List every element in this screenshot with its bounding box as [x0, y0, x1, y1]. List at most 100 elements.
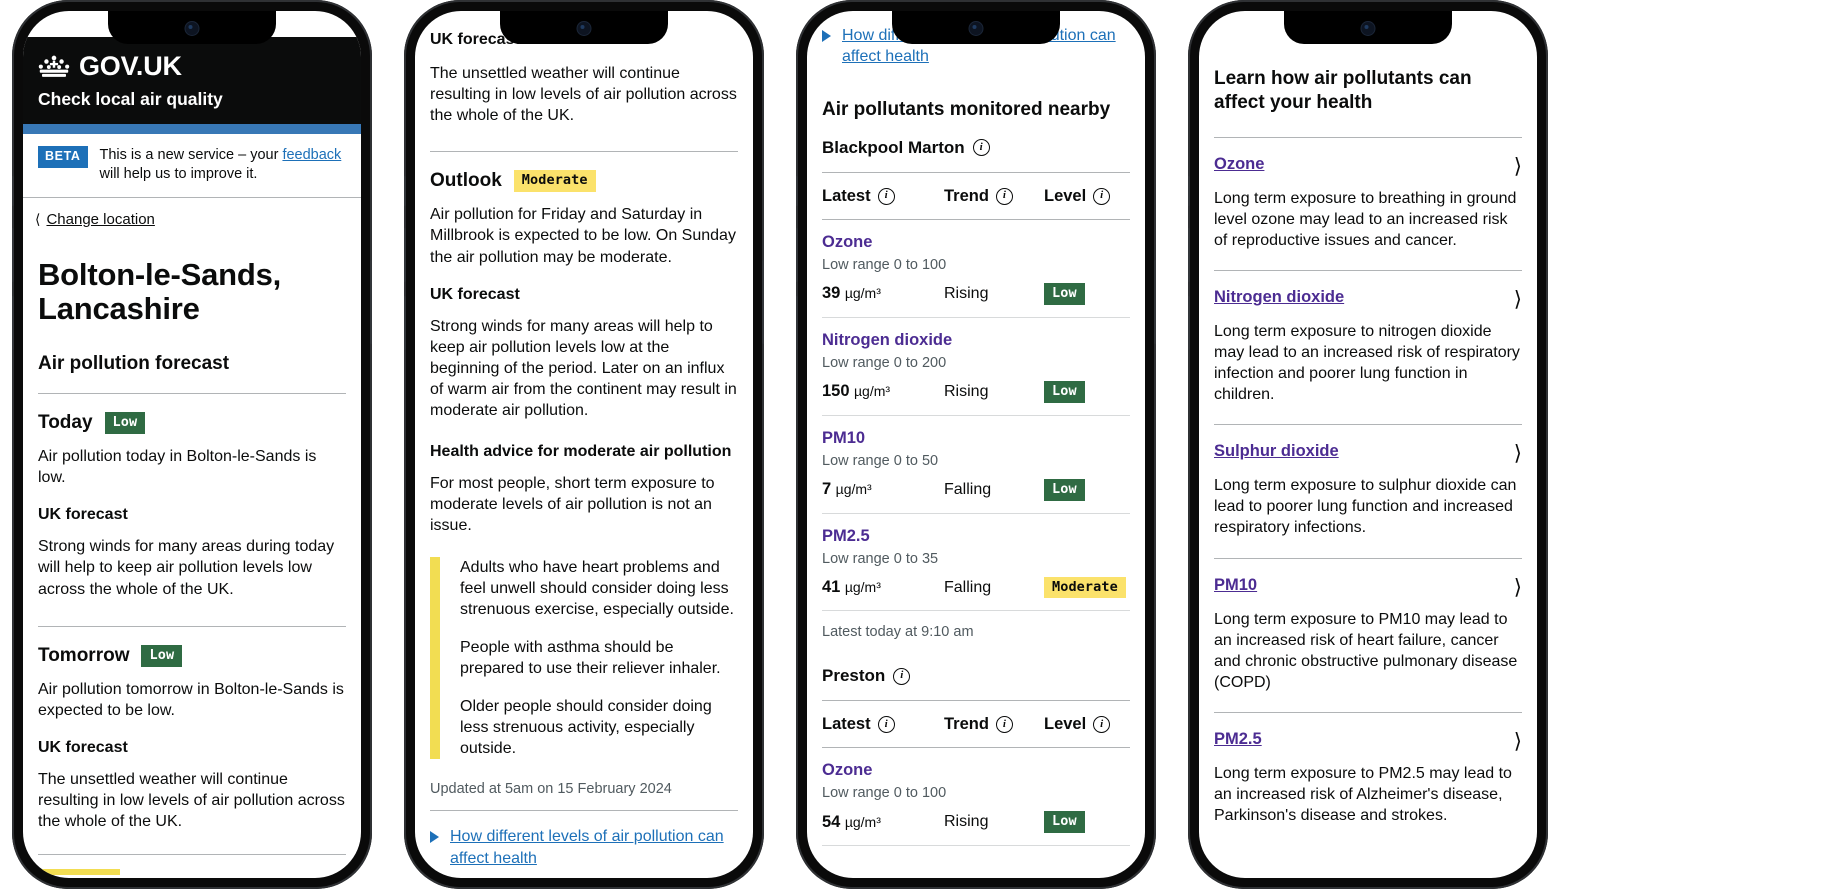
- value-number: 7: [822, 480, 832, 499]
- pollutant-name[interactable]: PM2.5: [822, 527, 1130, 546]
- tomorrow-label: Tomorrow: [38, 644, 130, 666]
- info-icon[interactable]: i: [972, 139, 990, 157]
- mute-switch[interactable]: [12, 176, 14, 206]
- power-button[interactable]: [1154, 260, 1156, 344]
- pollutant-info-item[interactable]: PM10 ⟩ Long term exposure to PM10 may le…: [1214, 559, 1522, 693]
- volume-down-button[interactable]: [12, 296, 14, 350]
- phone-4-page: Learn how air pollutants can affect your…: [1199, 67, 1537, 826]
- pollutant-link[interactable]: Ozone: [1214, 155, 1264, 174]
- advice-item: Older people should consider doing less …: [460, 698, 712, 758]
- mute-switch[interactable]: [1188, 176, 1190, 206]
- table-row[interactable]: Nitrogen dioxide Low range 0 to 200 150 …: [822, 318, 1130, 416]
- table-header-row: Latest i Trend i Level i: [822, 171, 1130, 220]
- pollutant-description: Long term exposure to PM10 may lead to a…: [1214, 610, 1518, 691]
- pollutant-info-item[interactable]: Sulphur dioxide ⟩ Long term exposure to …: [1214, 425, 1522, 538]
- latest-value: 41 µg/m³: [822, 578, 944, 597]
- pollutant-link[interactable]: Nitrogen dioxide: [1214, 288, 1344, 307]
- divider: [430, 810, 738, 812]
- pollutant-name[interactable]: Nitrogen dioxide: [822, 331, 1130, 350]
- volume-down-button[interactable]: [404, 296, 406, 350]
- info-icon[interactable]: i: [877, 716, 895, 734]
- phase-text-before: This is a new service – your: [99, 147, 283, 163]
- chevron-right-icon: ⟩: [1513, 153, 1522, 178]
- tomorrow-uk-forecast-text: The unsettled weather will continue resu…: [38, 770, 345, 831]
- pollutant-info-item[interactable]: Nitrogen dioxide ⟩ Long term exposure to…: [1214, 271, 1522, 405]
- level-tag: Low: [1044, 478, 1085, 501]
- column-label: Latest: [822, 186, 871, 205]
- phone-1-body: Bolton-le-Sands, Lancashire Air pollutio…: [23, 257, 361, 876]
- phone-2-bezel: UK forecast The unsettled weather will c…: [415, 11, 753, 878]
- monitored-heading: Air pollutants monitored nearby: [822, 99, 1111, 121]
- volume-up-button[interactable]: [1188, 228, 1190, 282]
- column-label: Level: [1044, 186, 1087, 205]
- volume-up-button[interactable]: [796, 228, 798, 282]
- value-unit: µg/m³: [844, 579, 881, 596]
- pollutant-name[interactable]: Ozone: [822, 233, 1130, 252]
- back-link-container[interactable]: ⟨ Change location: [23, 198, 361, 232]
- pollutant-name[interactable]: Ozone: [822, 761, 1130, 780]
- mute-switch[interactable]: [404, 176, 406, 206]
- column-label: Trend: [944, 186, 989, 205]
- pollutant-range: Low range 0 to 50: [822, 452, 939, 469]
- pollutant-name[interactable]: PM10: [822, 429, 1130, 448]
- phase-banner: BETA This is a new service – your feedba…: [23, 134, 361, 198]
- pollutant-info-item[interactable]: Ozone ⟩ Long term exposure to breathing …: [1214, 138, 1522, 251]
- pollutant-link[interactable]: PM2.5: [1214, 730, 1262, 749]
- pollutant-info-item[interactable]: PM2.5 ⟩ Long term exposure to PM2.5 may …: [1214, 713, 1522, 826]
- pollutant-link-row[interactable]: PM2.5 ⟩: [1214, 713, 1522, 752]
- volume-up-button[interactable]: [404, 228, 406, 282]
- today-level-tag: Low: [104, 412, 146, 435]
- phone-4-bezel: Learn how air pollutants can affect your…: [1199, 11, 1537, 878]
- divider: [430, 151, 738, 153]
- pollutant-link-row[interactable]: PM10 ⟩: [1214, 559, 1522, 598]
- air-pollution-health-link[interactable]: How different levels of air pollution ca…: [450, 826, 738, 868]
- phone-3: How different levels of air pollution ca…: [796, 0, 1156, 889]
- phone-1-screen: GOV.UK Check local air quality BETA This…: [23, 11, 361, 878]
- info-icon[interactable]: i: [995, 187, 1013, 205]
- volume-down-button[interactable]: [796, 296, 798, 350]
- health-advice-intro: For most people, short term exposure to …: [430, 475, 715, 535]
- change-location-link[interactable]: Change location: [46, 211, 154, 228]
- level-cell: Low: [1044, 478, 1130, 501]
- info-icon[interactable]: i: [877, 187, 895, 205]
- power-button[interactable]: [370, 260, 372, 344]
- tomorrow-uk-forecast-text: The unsettled weather will continue resu…: [430, 65, 737, 125]
- pollutant-description: Long term exposure to breathing in groun…: [1214, 189, 1517, 249]
- power-button[interactable]: [762, 260, 764, 344]
- divider: [38, 393, 346, 395]
- service-name: Check local air quality: [38, 89, 223, 109]
- value-number: 41: [822, 578, 841, 597]
- info-icon[interactable]: i: [1093, 187, 1111, 205]
- volume-down-button[interactable]: [1188, 296, 1190, 350]
- phone-4-front-camera: [1361, 22, 1375, 35]
- trend-value: Rising: [944, 813, 989, 831]
- feedback-link[interactable]: feedback: [282, 147, 341, 163]
- table-row[interactable]: Ozone Low range 0 to 100 39 µg/m³ Rising…: [822, 220, 1130, 318]
- info-icon[interactable]: i: [893, 667, 911, 685]
- trend-value: Rising: [944, 284, 989, 302]
- govuk-brand[interactable]: GOV.UK: [38, 53, 346, 80]
- phone-2-page: UK forecast The unsettled weather will c…: [415, 31, 753, 878]
- chevron-right-icon: ⟩: [1513, 441, 1522, 466]
- table-row[interactable]: PM2.5 Low range 0 to 35 41 µg/m³ Falling…: [822, 514, 1130, 612]
- detail-link-row[interactable]: How different levels of air pollution ca…: [430, 826, 738, 868]
- mute-switch[interactable]: [796, 176, 798, 206]
- blue-accent-bar: [23, 124, 361, 134]
- table-row[interactable]: PM10 Low range 0 to 50 7 µg/m³ Falling L…: [822, 416, 1130, 514]
- table-row[interactable]: Ozone Low range 0 to 100 54 µg/m³ Rising…: [822, 748, 1130, 847]
- pollutant-link[interactable]: Sulphur dioxide: [1214, 442, 1339, 461]
- phone-1-page: GOV.UK Check local air quality BETA This…: [23, 37, 361, 876]
- info-icon[interactable]: i: [1093, 716, 1111, 734]
- pollutant-link-row[interactable]: Ozone ⟩: [1214, 138, 1522, 177]
- info-icon[interactable]: i: [995, 716, 1013, 734]
- level-cell: Low: [1044, 380, 1130, 403]
- volume-up-button[interactable]: [12, 228, 14, 282]
- pollutant-description: Long term exposure to nitrogen dioxide m…: [1214, 322, 1520, 404]
- pollutant-link-row[interactable]: Nitrogen dioxide ⟩: [1214, 271, 1522, 310]
- pollutant-range: Low range 0 to 100: [822, 256, 947, 273]
- column-label: Level: [1044, 715, 1087, 734]
- pollutant-link-row[interactable]: Sulphur dioxide ⟩: [1214, 425, 1522, 464]
- pollutant-link[interactable]: PM10: [1214, 576, 1257, 595]
- phone-1: GOV.UK Check local air quality BETA This…: [12, 0, 372, 889]
- chevron-right-icon: ⟩: [1513, 574, 1522, 599]
